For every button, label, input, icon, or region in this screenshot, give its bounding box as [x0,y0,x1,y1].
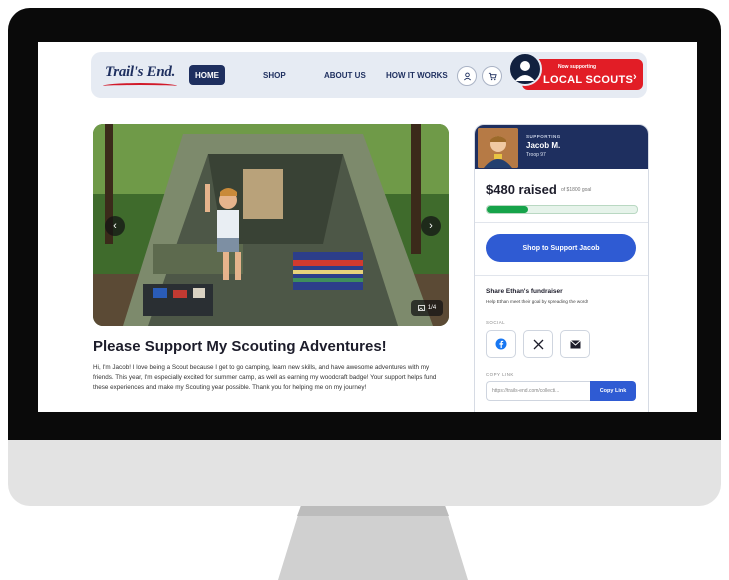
share-link-field[interactable]: https://trails-end.com/collecti... [486,381,590,401]
divider [475,222,648,223]
facebook-icon [495,338,507,350]
nav-home-button[interactable]: HOME [189,65,225,85]
fundraiser-description: Hi, I'm Jacob! I love being a Scout beca… [93,364,437,391]
scout-avatar [508,52,542,86]
x-icon [533,339,543,349]
scout-troop: Troop 97 [526,152,546,158]
supporting-label: SUPPORTING [526,134,561,139]
account-icon[interactable] [457,66,477,86]
photo-counter-label: 1/4 [427,305,437,311]
hero-photo-carousel[interactable]: ‹ › 1/4 [93,124,449,326]
share-title: Share Ethan's fundraiser [486,288,563,295]
browser-screen: Trail's End. HOME SHOP ABOUT US HOW IT W… [38,42,697,412]
progress-bar-fill [487,206,528,213]
copy-link-label: COPY LINK [486,372,514,377]
carousel-prev-button[interactable]: ‹ [105,216,125,236]
carousel-next-button[interactable]: › [421,216,441,236]
facebook-share-button[interactable] [486,330,516,358]
scout-tent-photo [93,124,449,326]
x-share-button[interactable] [523,330,553,358]
scout-header: SUPPORTING Jacob M. Troop 97 [475,125,648,169]
scout-name: Jacob M. [526,141,561,150]
fundraiser-card: SUPPORTING Jacob M. Troop 97 $480 raised… [474,124,649,412]
share-subtitle: Help Ethan meet their goal by spreading … [486,299,589,304]
supporting-caption: Now supporting [558,64,597,70]
nav-about-link[interactable]: ABOUT US [324,71,366,80]
monitor-stand-shadow [297,506,449,516]
email-icon [569,339,581,348]
shop-to-support-button[interactable]: Shop to Support Jacob [486,234,636,262]
brand-logo[interactable]: Trail's End. [105,64,175,81]
social-label: SOCIAL [486,320,506,325]
top-navigation: Trail's End. HOME SHOP ABOUT US HOW IT W… [91,52,647,98]
cart-icon[interactable] [482,66,502,86]
supporting-title: LOCAL SCOUTS [543,74,634,86]
gallery-icon [417,305,425,311]
divider [475,275,648,276]
amount-raised: $480 raised [486,182,557,197]
progress-bar [486,205,638,214]
scout-photo [478,128,518,168]
photo-counter[interactable]: 1/4 [411,300,443,316]
nav-how-it-works-link[interactable]: HOW IT WORKS [386,71,448,80]
page-title: Please Support My Scouting Adventures! [93,338,387,355]
monitor-chin [8,440,721,506]
goal-amount: of $1800 goal [561,187,592,193]
nav-shop-link[interactable]: SHOP [263,71,286,80]
chevron-right-icon: › [633,71,637,83]
email-share-button[interactable] [560,330,590,358]
logo-swoosh [103,83,177,89]
monitor-stand [278,506,468,580]
copy-link-button[interactable]: Copy Link [590,381,636,401]
